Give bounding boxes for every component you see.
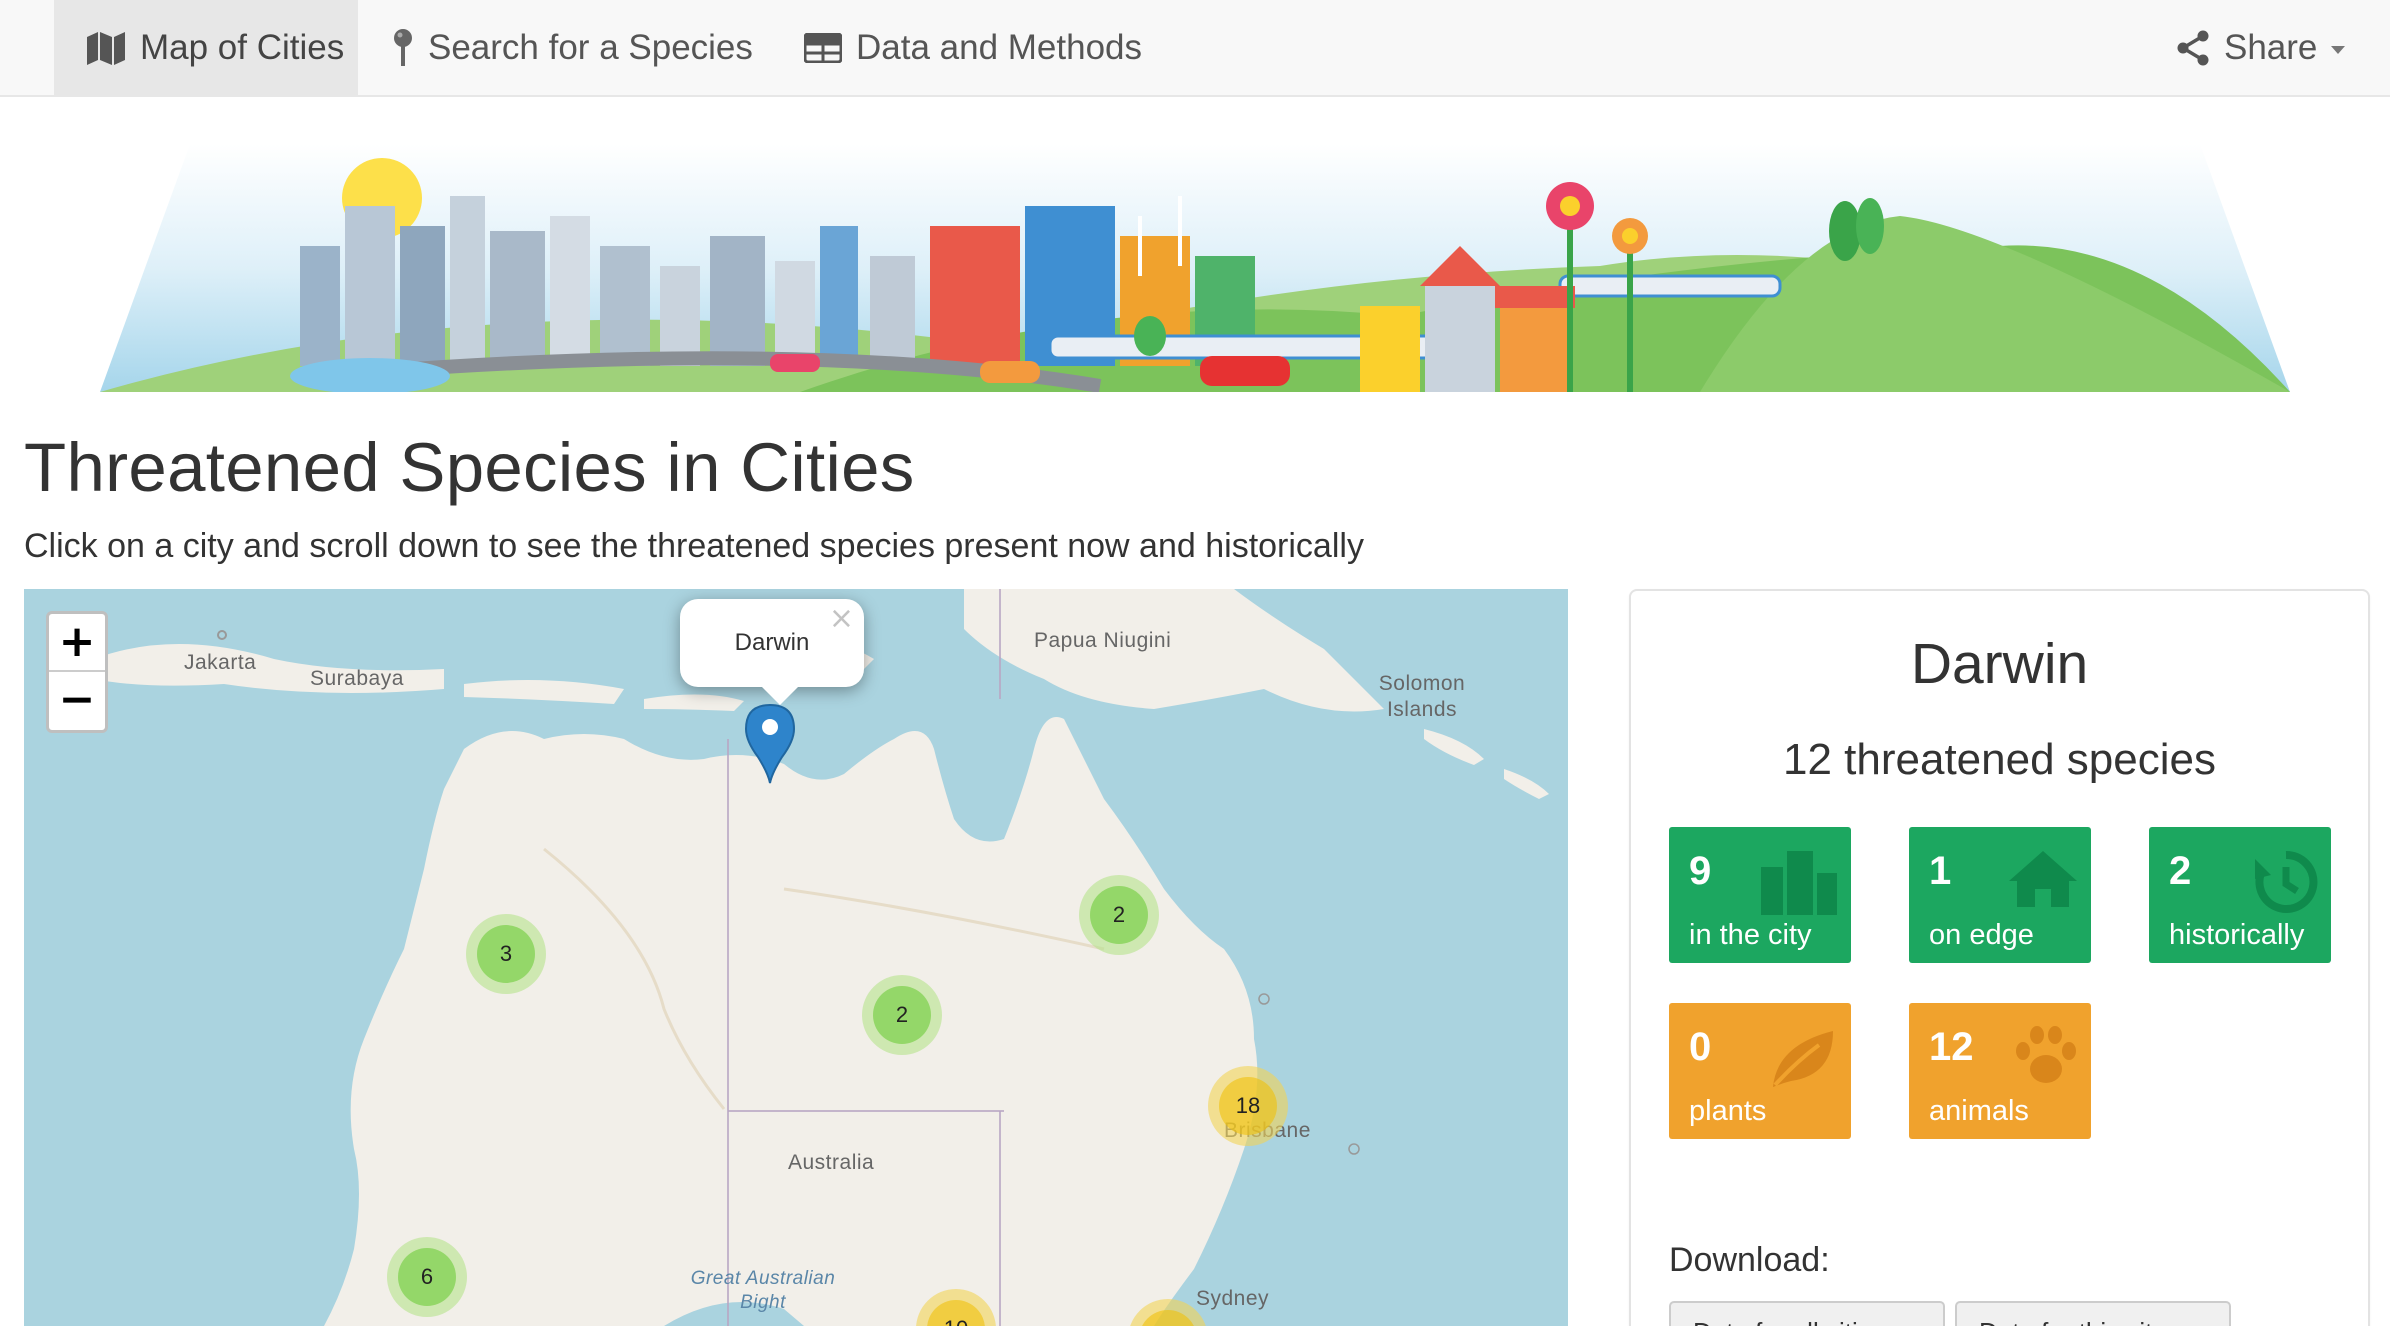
tile-label: on edge <box>1929 919 2034 951</box>
map-cluster[interactable]: 2 <box>862 975 942 1055</box>
popup-close-button[interactable]: × <box>829 601 854 636</box>
share-icon <box>2177 30 2209 66</box>
tile-label: in the city <box>1689 919 1812 951</box>
tile-value: 9 <box>1689 849 1712 893</box>
tile-historically[interactable]: 2 historically <box>2149 827 2331 963</box>
nav-data-methods[interactable]: Data and Methods <box>804 0 1142 96</box>
nav-map-of-cities[interactable]: Map of Cities <box>54 0 358 96</box>
table-icon <box>804 33 842 63</box>
city-banner-illustration <box>100 144 2290 392</box>
leaf-icon <box>1773 1031 1833 1087</box>
download-this-city-button[interactable]: Data for this city <box>1955 1301 2231 1326</box>
map-label-sydney: Sydney <box>1196 1287 1270 1310</box>
map-label-great-australian-bight: Great Australian Bight <box>690 1268 836 1313</box>
map-cluster[interactable]: 6 <box>387 1237 467 1317</box>
download-button-label: Data for this city <box>1979 1317 2165 1326</box>
house-icon <box>2009 851 2077 907</box>
zoom-out-button[interactable]: − <box>49 672 105 730</box>
popup-tip <box>760 685 800 705</box>
zoom-in-button[interactable]: + <box>49 614 105 672</box>
page-title: Threatened Species in Cities <box>24 429 915 506</box>
map-marker-icon[interactable] <box>744 703 796 785</box>
download-button-label: Data for all cities <box>1693 1317 1885 1326</box>
tile-label: plants <box>1689 1095 1767 1127</box>
nav-data-label: Data and Methods <box>856 28 1143 67</box>
history-clock-icon <box>2255 850 2318 913</box>
city-buildings-icon <box>1761 851 1837 915</box>
threatened-species-count: 12 threatened species <box>1783 735 2216 784</box>
map-pin-icon <box>394 29 412 66</box>
tile-animals[interactable]: 12 animals <box>1909 1003 2091 1139</box>
chevron-down-icon <box>2331 46 2346 54</box>
tile-label: historically <box>2169 919 2305 951</box>
nav-search-species[interactable]: Search for a Species <box>392 0 753 96</box>
download-all-cities-button[interactable]: Data for all cities <box>1669 1301 1945 1326</box>
share-dropdown[interactable]: Share <box>2176 0 2346 96</box>
map-label-jakarta: Jakarta <box>184 651 257 674</box>
tile-label: animals <box>1929 1095 2029 1127</box>
download-label: Download: <box>1669 1241 1830 1279</box>
map-label-solomon-islands: Solomon Islands <box>1378 672 1466 721</box>
nav-search-label: Search for a Species <box>428 28 753 67</box>
share-label: Share <box>2224 28 2318 67</box>
paw-icon <box>2016 1026 2076 1083</box>
tile-value: 0 <box>1689 1025 1712 1069</box>
city-popup: Darwin × <box>680 599 864 705</box>
map-cluster[interactable]: 18 <box>1208 1066 1288 1146</box>
tile-value: 12 <box>1929 1025 1974 1069</box>
tile-on-edge[interactable]: 1 on edge <box>1909 827 2091 963</box>
cities-map[interactable]: Jakarta Surabaya Papua Niugini Solomon I… <box>24 589 1568 1326</box>
tile-plants[interactable]: 0 plants <box>1669 1003 1851 1139</box>
map-cluster[interactable]: 3 <box>466 914 546 994</box>
map-label-surabaya: Surabaya <box>310 667 404 690</box>
map-cluster[interactable]: 2 <box>1079 875 1159 955</box>
tile-value: 2 <box>2169 849 2192 893</box>
city-summary-panel: Darwin 12 threatened species 9 in the ci… <box>1629 589 2370 1326</box>
tile-value: 1 <box>1929 849 1952 893</box>
top-navbar: Map of Cities Search for a Species Data … <box>0 0 2390 97</box>
nav-map-label: Map of Cities <box>140 28 345 67</box>
zoom-control: + − <box>46 611 108 733</box>
map-label-australia: Australia <box>788 1151 875 1174</box>
page-subtitle: Click on a city and scroll down to see t… <box>24 527 1364 565</box>
panel-city-name: Darwin <box>1910 632 2089 696</box>
tile-in-the-city[interactable]: 9 in the city <box>1669 827 1851 963</box>
map-label-papua-niugini: Papua Niugini <box>1034 629 1172 652</box>
map-icon <box>87 32 125 65</box>
